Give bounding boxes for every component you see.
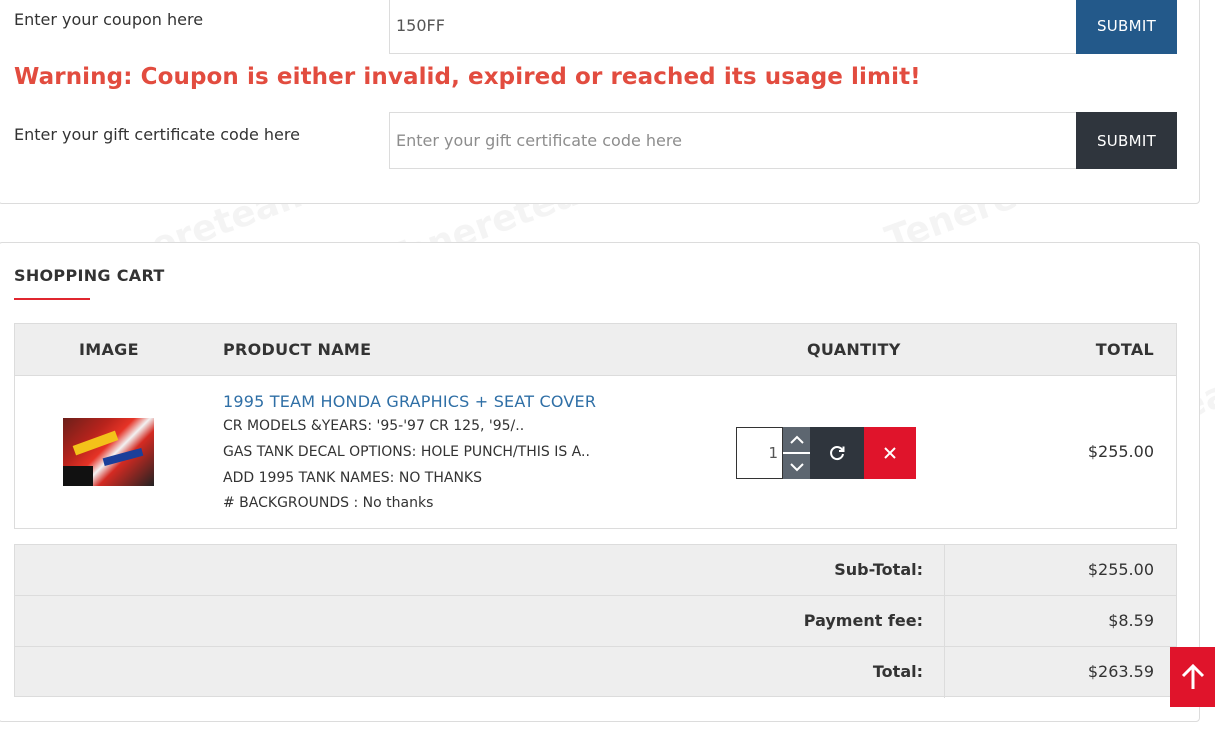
gift-certificate-input[interactable]	[389, 112, 1077, 169]
title-underline	[14, 298, 90, 300]
product-thumbnail[interactable]	[63, 418, 154, 486]
increment-button[interactable]	[783, 427, 810, 452]
scroll-to-top-button[interactable]	[1170, 647, 1215, 707]
decrement-button[interactable]	[783, 454, 810, 479]
quantity-stepper	[783, 427, 810, 479]
chevron-up-icon	[789, 435, 804, 444]
coupon-submit-button[interactable]: SUBMIT	[1076, 0, 1177, 54]
order-totals: Sub-Total: $255.00 Payment fee: $8.59 To…	[14, 544, 1177, 698]
subtotal-value: $255.00	[1087, 560, 1154, 579]
arrow-up-icon	[1181, 663, 1204, 689]
product-name-link[interactable]: 1995 TEAM HONDA GRAPHICS + SEAT COVER	[223, 392, 596, 411]
subtotal-row: Sub-Total: $255.00	[15, 545, 1176, 596]
gift-label: Enter your gift certificate code here	[14, 125, 300, 144]
product-option: CR MODELS &YEARS: '95-'97 CR 125, '95/..	[223, 418, 525, 434]
coupon-input[interactable]	[389, 0, 1077, 54]
payment-fee-value: $8.59	[1108, 611, 1154, 630]
refresh-icon	[830, 446, 845, 461]
column-header-quantity: QUANTITY	[807, 340, 901, 359]
column-header-total: TOTAL	[1095, 340, 1154, 359]
column-header-product-name: PRODUCT NAME	[223, 340, 372, 359]
item-total: $255.00	[1087, 442, 1154, 461]
product-option: # BACKGROUNDS : No thanks	[223, 495, 434, 511]
payment-fee-label: Payment fee:	[803, 611, 923, 630]
remove-item-button[interactable]	[864, 427, 916, 479]
close-icon	[884, 447, 896, 459]
product-option: ADD 1995 TANK NAMES: NO THANKS	[223, 470, 482, 486]
grand-total-label: Total:	[872, 662, 923, 681]
coupon-warning: Warning: Coupon is either invalid, expir…	[14, 64, 921, 90]
product-option: GAS TANK DECAL OPTIONS: HOLE PUNCH/THIS …	[223, 444, 590, 460]
cart-table-header: IMAGE PRODUCT NAME QUANTITY TOTAL	[15, 324, 1176, 376]
cart-table: IMAGE PRODUCT NAME QUANTITY TOTAL 1995 T…	[14, 323, 1177, 529]
update-quantity-button[interactable]	[810, 427, 864, 479]
subtotal-label: Sub-Total:	[834, 560, 923, 579]
payment-fee-row: Payment fee: $8.59	[15, 596, 1176, 647]
grand-total-value: $263.59	[1087, 662, 1154, 681]
quantity-input[interactable]	[736, 427, 783, 479]
cart-title: SHOPPING CART	[14, 266, 165, 285]
chevron-down-icon	[789, 462, 804, 471]
gift-submit-button[interactable]: SUBMIT	[1076, 112, 1177, 169]
column-header-image: IMAGE	[79, 340, 139, 359]
coupon-label: Enter your coupon here	[14, 10, 204, 29]
grand-total-row: Total: $263.59	[15, 647, 1176, 698]
